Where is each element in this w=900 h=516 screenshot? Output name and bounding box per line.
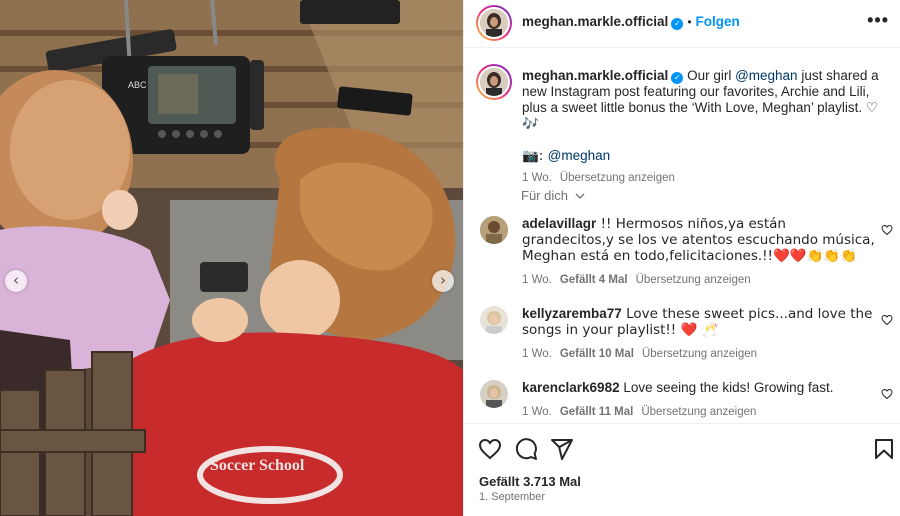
caption-mention[interactable]: @meghan	[735, 68, 798, 83]
post-date[interactable]: 1. September	[479, 491, 545, 503]
bookmark-icon[interactable]	[872, 437, 896, 461]
caption-username[interactable]: meghan.markle.official	[522, 68, 668, 83]
caption-text-start: Our girl	[683, 68, 736, 83]
comment-translate-link[interactable]: Übersetzung anzeigen	[641, 406, 756, 418]
speech-bubble-icon[interactable]	[514, 437, 538, 461]
author-avatar[interactable]	[476, 5, 512, 41]
comment-like-icon[interactable]	[881, 314, 893, 326]
camera-credit-prefix: 📷:	[522, 148, 548, 164]
caption-translate-link[interactable]: Übersetzung anzeigen	[560, 172, 675, 184]
for-you-dropdown[interactable]: Für dich	[521, 188, 585, 203]
chevron-down-icon	[575, 193, 585, 199]
separator-dot: •	[687, 15, 692, 29]
comment-username[interactable]: karenclark6982	[522, 380, 620, 395]
comment-username[interactable]: kellyzaremba77	[522, 306, 622, 321]
verified-badge-icon: ✓	[671, 18, 684, 30]
comment-avatar[interactable]	[480, 216, 508, 244]
comment-time[interactable]: 1 Wo.	[522, 406, 552, 418]
paper-plane-icon[interactable]	[550, 437, 574, 461]
for-you-label: Für dich	[521, 188, 568, 203]
verified-badge-icon: ✓	[671, 72, 684, 84]
heart-outline-icon[interactable]	[478, 437, 502, 461]
post-photo: ABC Soccer School ‹ ›	[0, 0, 463, 516]
comment-likes[interactable]: Gefällt 11 Mal	[560, 406, 634, 418]
comments-scroll-area[interactable]: meghan.markle.official ✓ Our girl @meghan…	[464, 48, 900, 423]
comment-like-icon[interactable]	[881, 224, 893, 236]
prev-image-button[interactable]: ‹	[5, 270, 27, 292]
post-caption: meghan.markle.official ✓ Our girl @meghan…	[522, 68, 892, 186]
post-actions-bar: Gefällt 3.713 Mal 1. September	[464, 423, 900, 516]
comment-like-icon[interactable]	[881, 388, 893, 400]
comment-item: adelavillagr !! Hermosos niños,ya están …	[522, 216, 877, 288]
photo-scene: ABC Soccer School	[0, 0, 463, 516]
comment-item: karenclark6982 Love seeing the kids! Gro…	[522, 380, 877, 420]
likes-count[interactable]: Gefällt 3.713 Mal	[479, 474, 581, 489]
chevron-left-icon: ‹	[13, 270, 19, 289]
more-options-icon[interactable]: •••	[867, 10, 889, 31]
post-header: meghan.markle.official ✓ • Folgen •••	[464, 0, 900, 48]
post-details-panel: meghan.markle.official ✓ • Folgen ••• megha…	[463, 0, 900, 516]
author-username[interactable]: meghan.markle.official	[522, 14, 668, 29]
shirt-text: Soccer School	[210, 457, 305, 474]
comment-item: kellyzaremba77 Love these sweet pics...a…	[522, 306, 877, 362]
comment-likes[interactable]: Gefällt 10 Mal	[560, 348, 634, 360]
device-label: ABC	[128, 80, 147, 90]
caption-time[interactable]: 1 Wo.	[522, 172, 552, 184]
chevron-right-icon: ›	[440, 270, 446, 289]
comment-avatar[interactable]	[480, 306, 508, 334]
comment-time[interactable]: 1 Wo.	[522, 348, 552, 360]
comment-avatar[interactable]	[480, 380, 508, 408]
caption-avatar[interactable]	[476, 64, 512, 100]
comment-translate-link[interactable]: Übersetzung anzeigen	[636, 274, 751, 286]
comment-time[interactable]: 1 Wo.	[522, 274, 552, 286]
comment-likes[interactable]: Gefällt 4 Mal	[560, 274, 628, 286]
next-image-button[interactable]: ›	[432, 270, 454, 292]
comment-username[interactable]: adelavillagr	[522, 216, 596, 231]
comment-translate-link[interactable]: Übersetzung anzeigen	[642, 348, 757, 360]
comment-text: Love seeing the kids! Growing fast.	[619, 380, 834, 395]
follow-button[interactable]: Folgen	[696, 14, 740, 29]
camera-credit-mention[interactable]: @meghan	[548, 148, 611, 163]
